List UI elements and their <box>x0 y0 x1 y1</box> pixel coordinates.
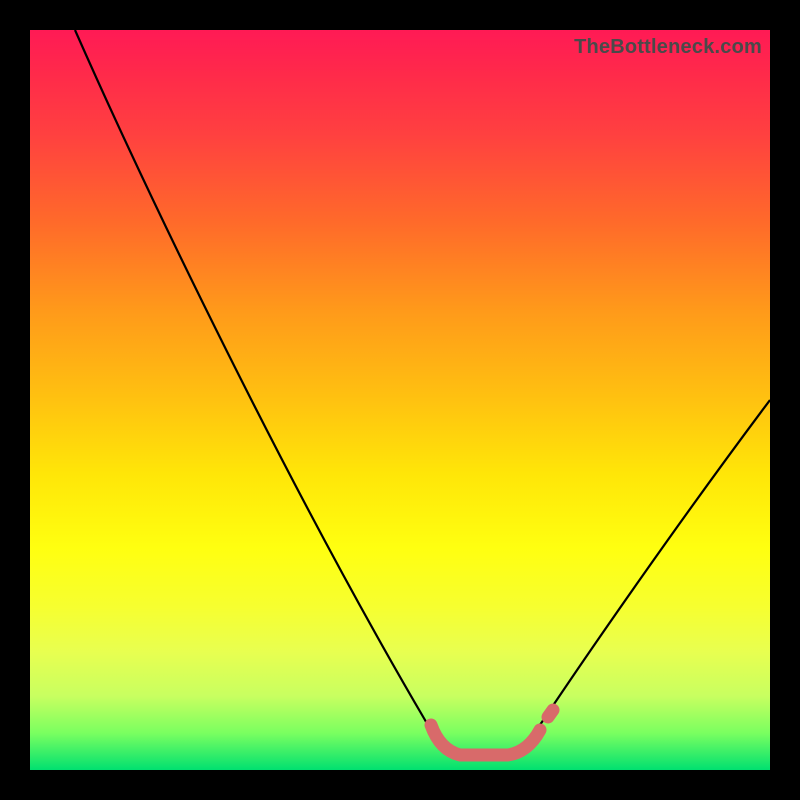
chart-frame: TheBottleneck.com <box>0 0 800 800</box>
bottleneck-curve <box>75 30 770 757</box>
chart-svg <box>30 30 770 770</box>
plot-area: TheBottleneck.com <box>30 30 770 770</box>
optimal-range-marker <box>431 710 553 755</box>
